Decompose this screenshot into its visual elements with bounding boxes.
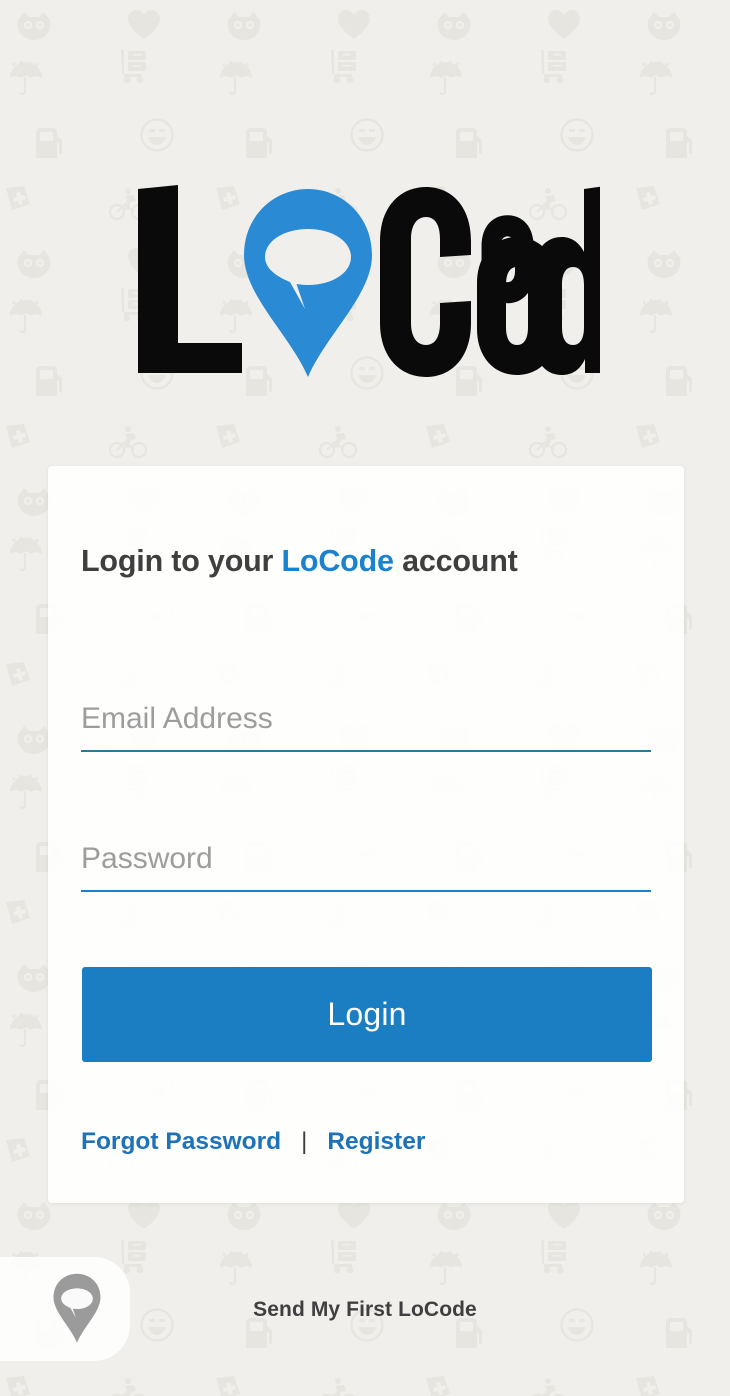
link-separator: | — [301, 1128, 308, 1155]
page-title-prefix: Login to your — [81, 544, 282, 578]
register-link[interactable]: Register — [327, 1128, 425, 1156]
email-input[interactable] — [81, 694, 651, 750]
password-field-underline — [81, 890, 651, 892]
email-field-group — [81, 694, 651, 752]
page-title: Login to your LoCode account — [81, 544, 518, 579]
page-title-brand: LoCode — [281, 544, 395, 578]
map-pin-speech-bubble-icon — [53, 1273, 101, 1343]
password-input[interactable] — [81, 834, 651, 890]
forgot-password-link[interactable]: Forgot Password — [81, 1128, 281, 1156]
email-field-underline — [81, 750, 651, 752]
page-title-suffix: account — [393, 544, 518, 578]
bottom-bar: Send My First LoCode — [0, 1255, 730, 1365]
login-card: Login to your LoCode account Login Forgo… — [48, 466, 684, 1203]
app-logo — [0, 178, 730, 388]
logo-letter-l — [138, 185, 242, 373]
login-button[interactable]: Login — [82, 967, 652, 1062]
send-locode-button[interactable] — [0, 1257, 130, 1361]
card-links: Forgot Password | Register — [81, 1128, 425, 1156]
password-field-group — [81, 834, 651, 892]
map-pin-speech-bubble-icon — [244, 189, 372, 377]
